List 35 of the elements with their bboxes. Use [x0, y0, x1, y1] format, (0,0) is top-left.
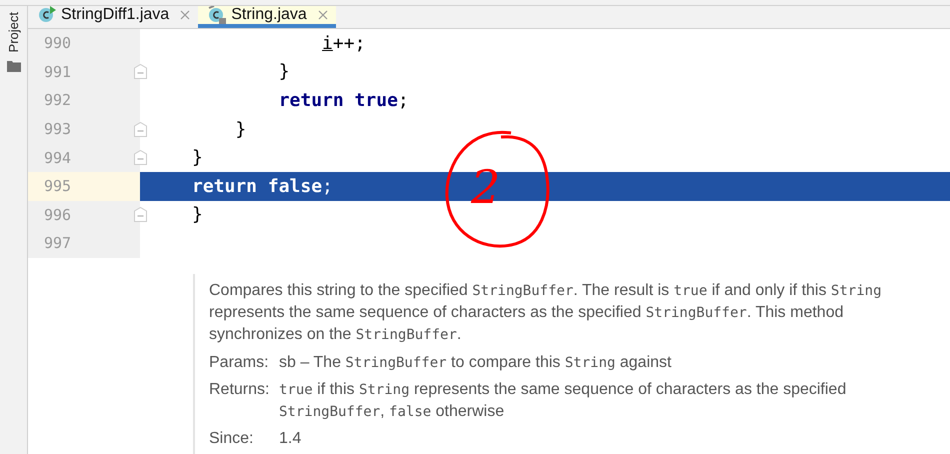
annotation-number: 2 [471, 159, 500, 216]
code-text: return true; [278, 90, 409, 111]
code-text: } [192, 204, 203, 226]
fold-icon[interactable] [134, 207, 146, 222]
folder-icon[interactable] [6, 60, 20, 72]
code-text: } [278, 61, 290, 82]
doc-description: Compares this string to the specified StringBuffer. The result is true if and only if this String represents the same sequence of characters as the specified StringBuffer. This method synchronizes on the StringBuffer. [209, 280, 882, 345]
fold-icon[interactable] [134, 64, 146, 80]
line-number: 994 [44, 148, 72, 167]
line-number: 992 [44, 91, 72, 110]
doc-value: true if this String represents the same sequence of characters as the specified StringBuffer, false otherwise [279, 380, 848, 422]
editor-tab[interactable]: StringDiff1.java [28, 6, 198, 28]
line-number: 997 [44, 234, 72, 252]
code-text: i++; [321, 32, 366, 54]
close-icon[interactable] [318, 10, 328, 20]
class-file-icon [38, 6, 56, 24]
editor-tab[interactable]: String.java [198, 6, 336, 28]
line-number: 991 [44, 62, 72, 81]
code-text: } [192, 147, 203, 168]
fold-icon[interactable] [134, 150, 146, 166]
line-number: 996 [44, 206, 72, 224]
project-panel-label[interactable]: Project [6, 12, 21, 52]
doc-value: 1.4 [279, 428, 302, 449]
doc-label: Since: [209, 428, 254, 449]
code-text: } [234, 118, 246, 140]
fold-icon[interactable] [134, 122, 146, 137]
class-file-icon [208, 6, 226, 24]
line-number: 990 [44, 34, 72, 52]
doc-label: Returns: [209, 380, 270, 400]
doc-label: Params: [209, 352, 270, 373]
line-number: 995 [44, 177, 72, 196]
code-text: return false; [192, 176, 333, 197]
close-icon[interactable] [180, 10, 190, 20]
doc-value: sb – The StringBuffer to compare this String against [279, 352, 672, 373]
line-number: 993 [44, 120, 72, 138]
